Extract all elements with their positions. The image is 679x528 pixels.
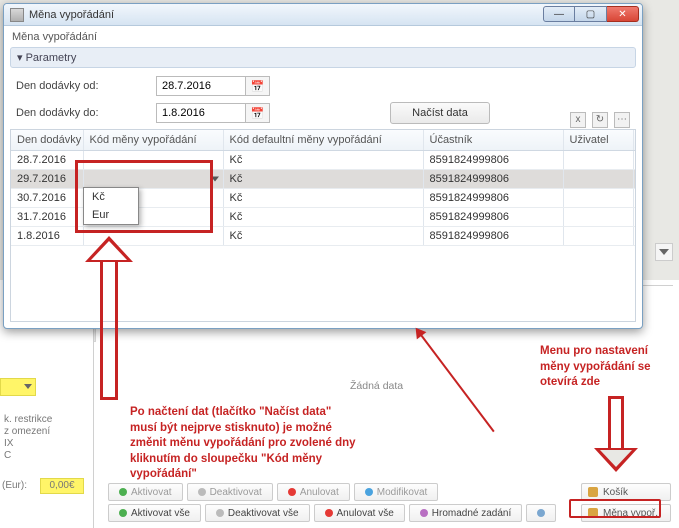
sidebar-text: z omezení bbox=[4, 426, 50, 437]
dialog-title: Měna vypořádání bbox=[29, 9, 114, 21]
col-header-day[interactable]: Den dodávky bbox=[11, 130, 83, 150]
no-data-label: Žádná data bbox=[350, 380, 403, 392]
date-to-picker-button[interactable]: 📅 bbox=[246, 103, 270, 123]
panel-collapse-caret[interactable] bbox=[655, 243, 673, 261]
dialog-subtitle: Měna vypořádání bbox=[4, 26, 642, 47]
col-header-default-currency[interactable]: Kód defaultní měny vypořádání bbox=[223, 130, 423, 150]
window-maximize-button[interactable]: ▢ bbox=[575, 6, 607, 22]
chevron-down-icon bbox=[211, 176, 219, 181]
sidebar-dropdown[interactable] bbox=[0, 378, 36, 396]
currency-settlement-menu-button[interactable]: Měna vypoř. bbox=[581, 504, 671, 522]
basket-icon bbox=[588, 487, 598, 497]
col-header-timestamp[interactable]: Časová známka bbox=[633, 130, 636, 150]
currency-cell[interactable] bbox=[83, 150, 223, 169]
action-buttons-row-2: Aktivovat vše Deaktivovat vše Anulovat v… bbox=[108, 504, 556, 522]
grid-toolbar: x ↻ ⋯ bbox=[570, 112, 630, 128]
modify-button[interactable]: Modifikovat bbox=[354, 483, 439, 501]
deactivate-button[interactable]: Deaktivovat bbox=[187, 483, 273, 501]
date-from-picker-button[interactable]: 📅 bbox=[246, 76, 270, 96]
currency-option[interactable]: Kč bbox=[84, 188, 138, 206]
load-data-button[interactable]: Načíst data bbox=[390, 102, 490, 124]
annotation-text-1: Po načtení dat (tlačítko "Načíst data" m… bbox=[130, 405, 360, 483]
activate-all-button[interactable]: Aktivovat vše bbox=[108, 504, 201, 522]
parameters-header[interactable]: ▾ Parametry bbox=[10, 47, 636, 68]
cancel-all-button[interactable]: Anulovat vše bbox=[314, 504, 405, 522]
currency-dropdown-popup: Kč Eur bbox=[83, 187, 139, 225]
refresh-icon[interactable]: ↻ bbox=[592, 112, 608, 128]
basket-button[interactable]: Košík bbox=[581, 483, 671, 501]
sidebar-text: k. restrikce bbox=[4, 414, 52, 425]
date-to-label: Den dodávky do: bbox=[16, 107, 156, 119]
sidebar-text: C bbox=[4, 450, 11, 461]
currency-option[interactable]: Eur bbox=[84, 206, 138, 224]
db-button[interactable] bbox=[526, 504, 556, 522]
action-buttons-row-1: Aktivovat Deaktivovat Anulovat Modifikov… bbox=[108, 483, 438, 501]
annotation-text-2: Menu pro nastavení měny vypořádání se ot… bbox=[540, 344, 670, 391]
deactivate-all-button[interactable]: Deaktivovat vše bbox=[205, 504, 310, 522]
table-row[interactable]: 28.7.2016 Kč 8591824999806 bbox=[11, 150, 636, 169]
activate-button[interactable]: Aktivovat bbox=[108, 483, 183, 501]
date-to-input[interactable] bbox=[156, 103, 246, 123]
annotation-arrow-down bbox=[598, 396, 634, 476]
eur-value: 0,00€ bbox=[40, 478, 84, 494]
col-header-user[interactable]: Uživatel bbox=[563, 130, 633, 150]
dialog-titlebar[interactable]: Měna vypořádání — ▢ ✕ bbox=[4, 4, 642, 26]
side-buttons: Košík Měna vypoř. bbox=[581, 483, 671, 522]
export-icon[interactable]: x bbox=[570, 112, 586, 128]
eur-label: (Eur): bbox=[2, 480, 27, 491]
window-close-button[interactable]: ✕ bbox=[607, 6, 639, 22]
annotation-arrow-up bbox=[88, 236, 130, 401]
currency-cell-editing[interactable] bbox=[83, 169, 223, 188]
settings-icon[interactable]: ⋯ bbox=[614, 112, 630, 128]
date-from-label: Den dodávky od: bbox=[16, 80, 156, 92]
date-from-input[interactable] bbox=[156, 76, 246, 96]
currency-icon bbox=[588, 508, 598, 518]
col-header-participant[interactable]: Účastník bbox=[423, 130, 563, 150]
left-sidebar: k. restrikce z omezení IX C (Eur): 0,00€ bbox=[0, 328, 94, 528]
bulk-entry-button[interactable]: Hromadné zadání bbox=[409, 504, 523, 522]
col-header-currency[interactable]: Kód měny vypořádání bbox=[83, 130, 223, 150]
window-minimize-button[interactable]: — bbox=[543, 6, 575, 22]
app-icon bbox=[10, 8, 24, 22]
sidebar-text: IX bbox=[4, 438, 13, 449]
table-row[interactable]: 29.7.2016 Kč 8591824999806 bbox=[11, 169, 636, 188]
cancel-button[interactable]: Anulovat bbox=[277, 483, 350, 501]
